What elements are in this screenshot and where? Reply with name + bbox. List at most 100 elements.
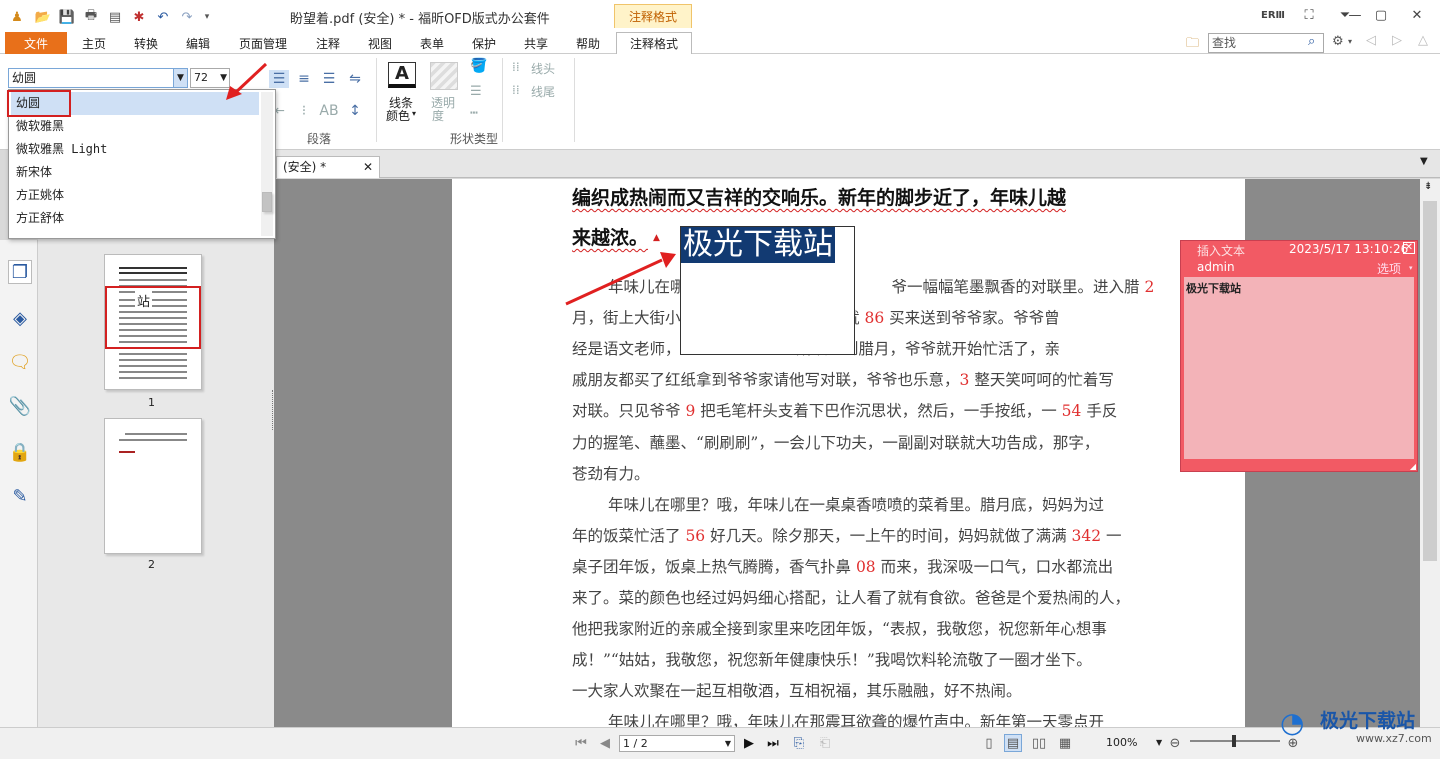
char-spacing-icon[interactable]: AB — [319, 102, 339, 120]
font-option-fzshuti[interactable]: 方正舒体 — [11, 207, 259, 230]
next-page-icon[interactable]: ▶ — [740, 734, 758, 752]
first-page-icon[interactable]: ⏮ — [572, 734, 590, 752]
zoom-level[interactable]: 100% — [1106, 736, 1137, 749]
line-tail-icon[interactable]: ⁞⁞ — [512, 83, 520, 97]
resize-grip-icon[interactable]: ◢ — [1410, 462, 1416, 471]
menu-annotation-format[interactable]: 注释格式 — [616, 32, 692, 55]
opacity-icon[interactable] — [430, 62, 458, 90]
bullet-icon[interactable]: ⁝ — [294, 102, 314, 120]
last-page-icon[interactable]: ⏭ — [764, 734, 782, 752]
layers-icon[interactable]: ◈ — [8, 306, 32, 330]
menu-help[interactable]: 帮助 — [566, 32, 610, 54]
document-tab[interactable]: (安全) * ✕ — [276, 156, 380, 178]
page-setup-icon[interactable]: ▤ — [106, 8, 124, 26]
vertical-scroll-thumb[interactable] — [1423, 201, 1437, 561]
nav-forward-icon[interactable]: ▷ — [1392, 33, 1402, 48]
copy-page-icon[interactable]: ⎗ — [816, 734, 834, 752]
chevron-down-icon[interactable]: ▼ — [173, 69, 187, 87]
line-style-icon[interactable]: ☰ — [470, 84, 482, 99]
pages-panel-icon[interactable]: ❐ — [8, 260, 32, 284]
font-family-select[interactable]: 幼圆 ▼ — [8, 68, 188, 88]
zoom-out-icon[interactable]: ⊖ — [1166, 734, 1184, 752]
lock-icon[interactable]: 🔒 — [8, 440, 32, 464]
print-icon[interactable]: 🖶 — [82, 8, 100, 26]
menu-form[interactable]: 表单 — [410, 32, 454, 54]
two-page-continuous-icon[interactable]: ▦ — [1056, 734, 1074, 752]
menu-annotate[interactable]: 注释 — [306, 32, 350, 54]
export-page-icon[interactable]: ⎘ — [790, 734, 808, 752]
text-annotation-box[interactable]: 极光下载站 — [680, 226, 855, 355]
chevron-down-icon[interactable]: ▾ — [412, 109, 416, 118]
split-view-icon[interactable]: ⇟ — [1424, 181, 1432, 192]
font-option-nsimsun[interactable]: 新宋体 — [11, 161, 259, 184]
menu-protect[interactable]: 保护 — [462, 32, 506, 54]
vertical-scrollbar[interactable]: ⇟ — [1420, 179, 1440, 727]
window-close-button[interactable]: ✕ — [1406, 6, 1428, 24]
nav-up-icon[interactable]: △ — [1418, 33, 1428, 48]
close-tab-icon[interactable]: ✕ — [363, 157, 373, 177]
settings-gear-icon[interactable]: ⚙ — [1332, 34, 1344, 49]
save-icon[interactable]: 💾 — [58, 8, 76, 26]
align-right-icon[interactable]: ☰ — [319, 70, 339, 88]
font-option-msyahei-light[interactable]: 微软雅黑 Light — [11, 138, 259, 161]
two-page-view-icon[interactable]: ▯▯ — [1030, 734, 1048, 752]
align-center-icon[interactable]: ≡ — [294, 70, 314, 88]
font-list-scrollbar[interactable] — [261, 92, 273, 236]
opacity-label-2[interactable]: 度 — [432, 107, 444, 124]
settings-dropdown-icon[interactable]: ▾ — [1348, 37, 1352, 46]
menu-edit[interactable]: 编辑 — [176, 32, 220, 54]
comment-popup[interactable]: 插入文本 2023/5/17 13:10:26 ✕ admin 选项 ▾ 极光下… — [1180, 240, 1418, 472]
line-head-label[interactable]: 线头 — [531, 60, 555, 77]
new-doc-icon[interactable]: ✱ — [130, 8, 148, 26]
menu-view[interactable]: 视图 — [358, 32, 402, 54]
dash-style-icon[interactable]: ┅ — [470, 106, 478, 121]
attachment-icon[interactable]: 📎 — [8, 394, 32, 418]
search-input[interactable]: 查找 — [1208, 33, 1324, 53]
chevron-down-icon[interactable]: ▾ — [1409, 264, 1413, 272]
popup-comment-text[interactable]: 极光下载站 — [1186, 280, 1241, 296]
font-list-scroll-thumb[interactable] — [262, 192, 272, 212]
nav-back-icon[interactable]: ◁ — [1366, 33, 1376, 48]
zoom-slider-knob[interactable] — [1232, 735, 1236, 747]
font-size-select[interactable]: 72 ▼ — [190, 68, 230, 88]
menu-convert[interactable]: 转换 — [124, 32, 168, 54]
page-thumbnail-1[interactable]: 站 — [104, 254, 202, 390]
redo-icon[interactable]: ↷ — [178, 8, 196, 26]
signature-icon[interactable]: ✎ — [8, 484, 32, 508]
font-option-fzyaoti[interactable]: 方正姚体 — [11, 184, 259, 207]
chevron-down-icon[interactable]: ▼ — [725, 736, 731, 751]
line-spacing-icon[interactable]: ↕ — [345, 102, 365, 120]
menu-share[interactable]: 共享 — [514, 32, 558, 54]
menu-page-manage[interactable]: 页面管理 — [232, 32, 294, 54]
line-tail-label[interactable]: 线尾 — [531, 83, 555, 100]
undo-icon[interactable]: ↶ — [154, 8, 172, 26]
font-option-msyahei[interactable]: 微软雅黑 — [11, 115, 259, 138]
customize-quick-access-icon[interactable]: ▾ — [198, 8, 216, 26]
fullscreen-icon[interactable]: ⛶ — [1298, 6, 1320, 24]
line-color-label-2[interactable]: 颜色 — [386, 107, 410, 124]
text-annotation-content[interactable]: 极光下载站 — [681, 227, 835, 263]
align-left-icon[interactable]: ☰ — [269, 70, 289, 88]
fill-bucket-icon[interactable]: 🪣 — [470, 58, 487, 74]
comments-icon[interactable]: 🗨 — [8, 350, 32, 374]
menu-home[interactable]: 主页 — [72, 32, 116, 54]
continuous-view-icon[interactable]: ▤ — [1004, 734, 1022, 752]
single-page-view-icon[interactable]: ▯ — [980, 734, 998, 752]
popup-comment-body[interactable]: 极光下载站 — [1184, 277, 1414, 459]
page-number-select[interactable]: 1 / 2 ▼ — [619, 735, 735, 752]
line-head-icon[interactable]: ⁞⁞ — [512, 60, 520, 74]
open-folder-icon[interactable]: 📂 — [34, 8, 52, 26]
tab-list-dropdown-icon[interactable]: ▼ — [1420, 156, 1428, 167]
menu-file[interactable]: 文件 — [5, 32, 67, 54]
chevron-down-icon[interactable]: ▼ — [220, 69, 227, 87]
search-icon[interactable]: ⌕ — [1308, 34, 1315, 49]
popup-options[interactable]: 选项 — [1377, 260, 1401, 277]
line-color-icon[interactable]: A — [388, 62, 416, 88]
popup-close-icon[interactable]: ✕ — [1402, 242, 1415, 254]
window-minimize-button[interactable]: — — [1344, 6, 1366, 24]
find-folder-icon[interactable]: 🗀 — [1186, 34, 1199, 56]
ribbon-mode-icon[interactable]: ERⅢ — [1261, 6, 1285, 24]
chevron-down-icon[interactable]: ▼ — [1156, 738, 1162, 747]
prev-page-icon[interactable]: ◀ — [596, 734, 614, 752]
justify-icon[interactable]: ⇋ — [345, 70, 365, 88]
